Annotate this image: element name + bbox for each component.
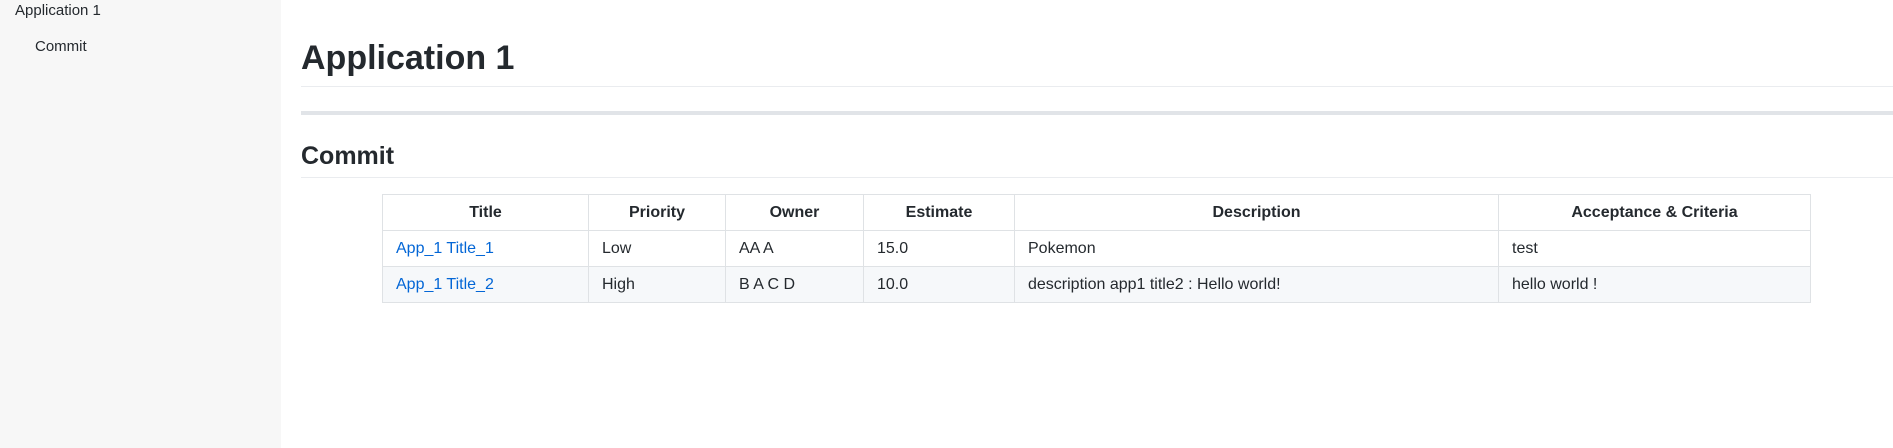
main-content: Application 1 Commit Title Priority Owne… <box>301 0 1893 448</box>
cell-estimate: 10.0 <box>863 266 1015 303</box>
section-title: Commit <box>301 142 395 170</box>
cell-priority: Low <box>588 230 726 267</box>
column-header-estimate: Estimate <box>863 194 1015 231</box>
cell-title: App_1 Title_2 <box>382 266 589 303</box>
table-header-row: Title Priority Owner Estimate Descriptio… <box>382 194 1811 231</box>
sidebar: Application 1 Commit <box>0 0 281 448</box>
cell-owner: B A C D <box>725 266 864 303</box>
sidebar-app-link[interactable]: Application 1 <box>15 2 101 20</box>
cell-title: App_1 Title_1 <box>382 230 589 267</box>
title-link[interactable]: App_1 Title_1 <box>396 240 494 257</box>
cell-priority: High <box>588 266 726 303</box>
horizontal-rule <box>301 111 1893 115</box>
page-title: Application 1 <box>301 39 515 77</box>
title-link[interactable]: App_1 Title_2 <box>396 276 494 293</box>
cell-owner: AA A <box>725 230 864 267</box>
table-row: App_1 Title_1 Low AA A 15.0 Pokemon test <box>382 230 1811 267</box>
section-divider <box>301 177 1893 178</box>
column-header-priority: Priority <box>588 194 726 231</box>
column-header-title: Title <box>382 194 589 231</box>
cell-description: Pokemon <box>1014 230 1499 267</box>
commit-table: Title Priority Owner Estimate Descriptio… <box>382 194 1811 303</box>
title-divider <box>301 86 1893 87</box>
sidebar-item-commit[interactable]: Commit <box>35 38 87 56</box>
cell-description: description app1 title2 : Hello world! <box>1014 266 1499 303</box>
column-header-owner: Owner <box>725 194 864 231</box>
table-row: App_1 Title_2 High B A C D 10.0 descript… <box>382 266 1811 303</box>
cell-acceptance-criteria: test <box>1498 230 1811 267</box>
app-layout: Application 1 Commit Application 1 Commi… <box>0 0 1893 448</box>
column-header-description: Description <box>1014 194 1499 231</box>
cell-acceptance-criteria: hello world ! <box>1498 266 1811 303</box>
cell-estimate: 15.0 <box>863 230 1015 267</box>
column-header-acceptance-criteria: Acceptance & Criteria <box>1498 194 1811 231</box>
